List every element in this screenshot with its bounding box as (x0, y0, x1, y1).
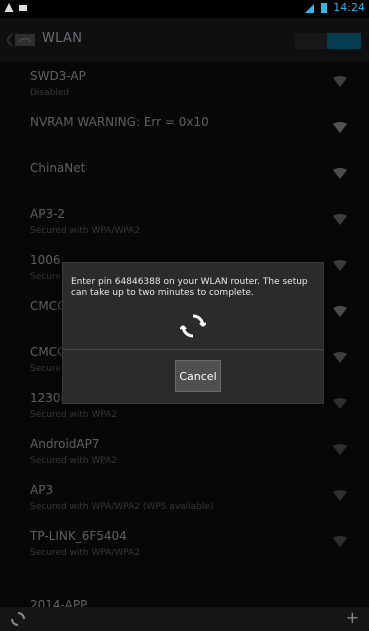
dialog-message: Enter pin 64846388 on your WLAN router. … (71, 277, 308, 298)
bottom-action-bar: + (0, 607, 369, 631)
wps-button-icon[interactable] (10, 611, 26, 627)
notification-icon (19, 5, 27, 11)
dialog-divider (63, 349, 323, 350)
status-bar: 14:24 (0, 0, 369, 18)
cancel-button[interactable]: Cancel (175, 360, 221, 392)
warning-icon (4, 3, 14, 12)
progress-spinner-icon (180, 314, 206, 338)
add-network-icon[interactable]: + (346, 610, 359, 626)
clock: 14:24 (333, 1, 365, 14)
battery-icon (321, 3, 328, 13)
wifi-signal-icon (305, 4, 315, 13)
wps-pin-dialog: Enter pin 64846388 on your WLAN router. … (62, 262, 324, 404)
